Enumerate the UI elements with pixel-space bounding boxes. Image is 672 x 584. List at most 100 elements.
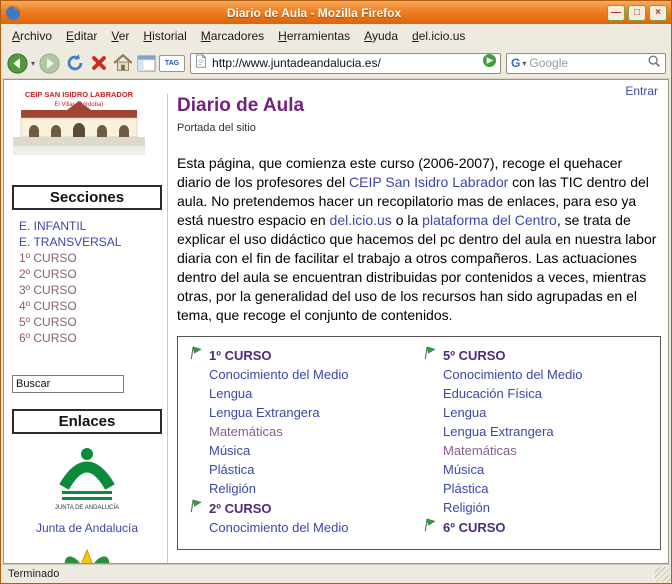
delicious-tag-button[interactable]: TAG	[159, 55, 185, 72]
delicious-link[interactable]: del.icio.us	[330, 212, 392, 228]
navigation-toolbar: ▾ TAG http://www.juntadeandalucia.es/	[1, 48, 671, 79]
minimize-button[interactable]: —	[607, 5, 625, 21]
course-link[interactable]: Conocimiento del Medio	[209, 518, 422, 537]
secciones-list: E. INFANTIL E. TRANSVERSAL 1º CURSO 2º C…	[12, 210, 162, 346]
flag-icon	[422, 345, 437, 365]
search-bar[interactable]: G ▾ Google	[506, 53, 666, 74]
course-links: Conocimiento del Medio Educación Física …	[422, 365, 656, 517]
course-link[interactable]: Música	[443, 460, 656, 479]
course-title-link[interactable]: 6º CURSO	[443, 518, 506, 537]
course-title-link[interactable]: 5º CURSO	[443, 346, 506, 365]
menu-ayuda[interactable]: Ayuda	[357, 25, 405, 47]
menu-historial[interactable]: Historial	[136, 25, 193, 47]
menu-editar[interactable]: Editar	[59, 25, 104, 47]
course-header-5curso: 5º CURSO	[422, 345, 656, 365]
go-arrow-icon[interactable]	[482, 53, 497, 73]
search-engine-label: Google	[529, 56, 644, 70]
menu-ver[interactable]: Ver	[104, 25, 136, 47]
flag-icon	[422, 517, 437, 537]
sidebar-item-transversal[interactable]: E. TRANSVERSAL	[19, 234, 162, 250]
intro-text-4: , se trata de explicar el uso didáctico …	[177, 212, 656, 323]
course-link[interactable]: Lengua Extrangera	[443, 422, 656, 441]
course-link[interactable]: Matemáticas	[443, 441, 656, 460]
resize-grip[interactable]	[655, 567, 670, 582]
course-link[interactable]: Religión	[443, 498, 656, 517]
course-link[interactable]: Plástica	[443, 479, 656, 498]
sidebar-item-infantil[interactable]: E. INFANTIL	[19, 218, 162, 234]
course-link[interactable]: Conocimiento del Medio	[443, 365, 656, 384]
sidebar: Secciones E. INFANTIL E. TRANSVERSAL 1º …	[12, 185, 162, 564]
courses-column-1: 1º CURSO Conocimiento del Medio Lengua L…	[188, 345, 422, 537]
back-history-dropdown-icon[interactable]: ▾	[31, 59, 35, 68]
menu-delicious[interactable]: del.icio.us	[405, 25, 472, 47]
course-link[interactable]: Conocimiento del Medio	[209, 365, 422, 384]
window-controls: — □ ×	[607, 5, 667, 21]
course-link[interactable]: Música	[209, 441, 422, 460]
averroes-logo[interactable]	[63, 544, 111, 564]
menu-bar: Archivo Editar Ver Historial Marcadores …	[1, 24, 671, 48]
sidebar-item-4curso[interactable]: 4º CURSO	[19, 298, 162, 314]
school-logo-title: CEIP SAN ISIDRO LABRADOR	[25, 90, 134, 99]
junta-de-andalucia-link[interactable]: Junta de Andalucía	[36, 521, 138, 535]
school-logo-image: CEIP SAN ISIDRO LABRADOR El Villar (Córd…	[13, 85, 145, 158]
course-link[interactable]: Lengua	[443, 403, 656, 422]
course-link[interactable]: Plástica	[209, 460, 422, 479]
webpage: CEIP SAN ISIDRO LABRADOR El Villar (Córd…	[4, 80, 668, 563]
course-title-link[interactable]: 2º CURSO	[209, 499, 272, 518]
back-button[interactable]	[6, 52, 29, 75]
breadcrumb: Portada del sitio	[177, 122, 662, 134]
courses-column-2: 5º CURSO Conocimiento del Medio Educació…	[422, 345, 656, 537]
close-button[interactable]: ×	[649, 5, 667, 21]
enlaces-block-title: Enlaces	[12, 409, 162, 434]
plataforma-link[interactable]: plataforma del Centro	[422, 212, 557, 228]
firefox-icon	[5, 5, 21, 21]
course-link[interactable]: Lengua	[209, 384, 422, 403]
site-search-input[interactable]	[12, 375, 124, 393]
status-bar: Terminado	[1, 564, 671, 583]
browser-viewport: CEIP SAN ISIDRO LABRADOR El Villar (Córd…	[3, 79, 669, 564]
window-title: Diario de Aula - Mozilla Firefox	[25, 6, 603, 20]
course-link[interactable]: Lengua Extrangera	[209, 403, 422, 422]
page-title: Diario de Aula	[177, 95, 662, 117]
forward-button[interactable]	[38, 52, 61, 75]
course-link[interactable]: Educación Física	[443, 384, 656, 403]
menu-archivo[interactable]: Archivo	[5, 25, 59, 47]
stop-button[interactable]	[89, 53, 109, 73]
course-title-link[interactable]: 1º CURSO	[209, 346, 272, 365]
junta-de-andalucia-logo[interactable]: JUNTA DE ANDALUCÍA	[53, 503, 121, 518]
menu-marcadores[interactable]: Marcadores	[194, 25, 271, 47]
magnifier-icon[interactable]	[647, 54, 661, 73]
course-links: Conocimiento del Medio	[188, 518, 422, 537]
flag-icon	[188, 498, 203, 518]
reload-button[interactable]	[64, 52, 86, 74]
status-text: Terminado	[8, 568, 59, 580]
course-link[interactable]: Matemáticas	[209, 422, 422, 441]
main-content: Diario de Aula Portada del sitio Esta pá…	[167, 94, 662, 564]
url-text[interactable]: http://www.juntadeandalucia.es/	[212, 56, 478, 70]
intro-paragraph: Esta página, que comienza este curso (20…	[177, 154, 659, 325]
sidebar-item-2curso[interactable]: 2º CURSO	[19, 266, 162, 282]
ceip-link[interactable]: CEIP San Isidro Labrador	[349, 174, 508, 190]
google-engine-icon[interactable]: G	[511, 56, 520, 70]
sidebar-item-1curso[interactable]: 1º CURSO	[19, 250, 162, 266]
enlaces-block: Enlaces JUNTA DE ANDALUCÍA	[12, 409, 162, 564]
browser-window: Diario de Aula - Mozilla Firefox — □ × A…	[0, 0, 672, 584]
course-header-6curso: 6º CURSO	[422, 517, 656, 537]
courses-box: 1º CURSO Conocimiento del Medio Lengua L…	[177, 336, 661, 550]
title-bar: Diario de Aula - Mozilla Firefox — □ ×	[1, 1, 671, 24]
sidebar-item-5curso[interactable]: 5º CURSO	[19, 314, 162, 330]
course-header-1curso: 1º CURSO	[188, 345, 422, 365]
search-engine-dropdown-icon[interactable]: ▾	[522, 59, 526, 68]
search-block	[12, 375, 162, 393]
home-button[interactable]	[112, 52, 134, 74]
maximize-button[interactable]: □	[628, 5, 646, 21]
secciones-block-title: Secciones	[12, 185, 162, 210]
sidebar-item-3curso[interactable]: 3º CURSO	[19, 282, 162, 298]
course-header-2curso: 2º CURSO	[188, 498, 422, 518]
sidebar-panel-icon[interactable]	[137, 55, 156, 72]
url-bar[interactable]: http://www.juntadeandalucia.es/	[190, 53, 501, 74]
intro-text-3: o la	[392, 212, 422, 228]
course-link[interactable]: Religión	[209, 479, 422, 498]
sidebar-item-6curso[interactable]: 6º CURSO	[19, 330, 162, 346]
menu-herramientas[interactable]: Herramientas	[271, 25, 357, 47]
